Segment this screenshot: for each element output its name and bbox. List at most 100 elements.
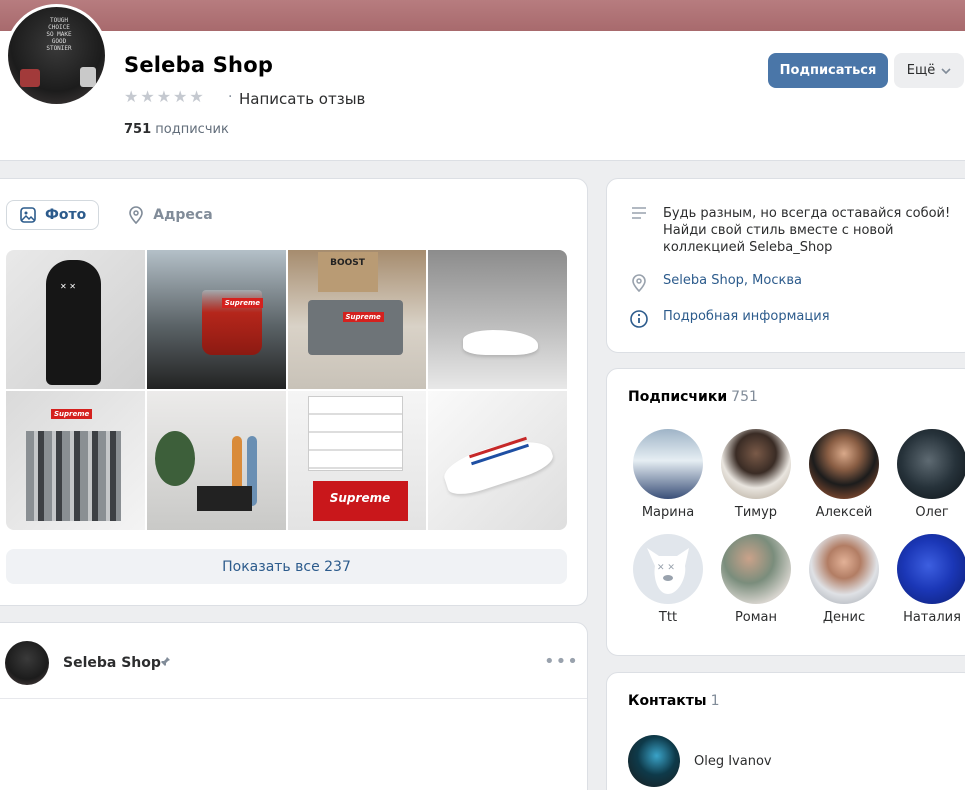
subscribers-count: 751 [731, 389, 758, 405]
followers-number: 751 [124, 122, 152, 137]
profile-avatar[interactable]: TOUGH CHOICE SO MAKE GOOD STONIER [5, 4, 108, 107]
sneaker-image [440, 429, 557, 501]
photo-thumbnail[interactable]: Supreme [287, 391, 427, 530]
rating-stars[interactable]: ★ ★ ★ ★ ★ [124, 88, 204, 106]
show-all-photos-button[interactable]: Показать все 237 [6, 549, 567, 584]
photo-thumbnail[interactable] [6, 250, 145, 389]
tab-photos-label: Фото [45, 207, 87, 223]
kaws-figure [46, 260, 101, 385]
more-button[interactable]: Ещё [894, 53, 964, 88]
text-lines-icon [629, 205, 649, 221]
details-row[interactable]: Подробная информация [629, 309, 830, 329]
photo-grid: Supreme BOOST Supreme Supreme Supreme [6, 250, 567, 530]
post-divider [0, 698, 587, 699]
info-block: Будь разным, но всегда оставайся собой! … [606, 178, 965, 353]
photo-thumbnail[interactable] [428, 250, 567, 389]
default-dog-avatar-icon: ✕ ✕ [647, 548, 689, 594]
brand-logo: Supreme [221, 298, 264, 308]
photo-thumbnail[interactable] [428, 391, 567, 530]
more-dots-icon[interactable]: ••• [544, 651, 579, 672]
tab-addresses-label: Адреса [153, 207, 213, 223]
subscribers-title-label: Подписчики [628, 389, 728, 405]
subscriber-item[interactable]: Роман [712, 534, 800, 625]
subscriber-name: Роман [734, 610, 778, 625]
subscriber-item[interactable]: Наталия [888, 534, 965, 625]
shoe-shelf [307, 396, 403, 471]
subscribers-title[interactable]: Подписчики 751 [628, 389, 758, 405]
subscriber-name: Олег [915, 505, 949, 520]
plant-image [154, 431, 195, 486]
contacts-title-label: Контакты [628, 693, 707, 709]
photo-thumbnail[interactable] [146, 391, 286, 530]
review-separator: · [228, 89, 233, 105]
photo-thumbnail[interactable]: Supreme [146, 250, 286, 389]
location-pin-icon [629, 273, 649, 293]
subscriber-item[interactable]: Тимур [712, 429, 800, 520]
image-icon [20, 207, 36, 223]
subscriber-name: Тимур [734, 505, 778, 520]
description-row: Будь разным, но всегда оставайся собой! … [629, 205, 963, 256]
subscriber-name: Алексей [815, 505, 873, 520]
clothing-rack [26, 431, 121, 521]
info-circle-icon [629, 309, 649, 329]
subscriber-name: Ttt [658, 610, 678, 625]
details-link[interactable]: Подробная информация [663, 309, 830, 324]
subscriber-item[interactable]: ✕ ✕ Ttt [624, 534, 712, 625]
post-author-avatar[interactable] [5, 641, 49, 685]
subscriber-item[interactable]: Олег [888, 429, 965, 520]
pin-icon [159, 655, 171, 670]
address-row[interactable]: Seleba Shop, Москва [629, 273, 802, 293]
group-description: Будь разным, но всегда оставайся собой! … [663, 206, 951, 255]
subscriber-name: Наталия [903, 610, 961, 625]
avatar [628, 735, 680, 787]
avatar [633, 429, 703, 499]
subscriber-item[interactable]: Марина [624, 429, 712, 520]
star-icon: ★ [156, 87, 172, 106]
post-author-name[interactable]: Seleba Shop [63, 655, 161, 671]
avatar [721, 429, 791, 499]
star-icon: ★ [140, 87, 155, 106]
avatar-bag-grey [80, 67, 96, 87]
contacts-title[interactable]: Контакты 1 [628, 693, 720, 709]
tab-photos[interactable]: Фото [6, 200, 100, 230]
photos-tabs: Фото Адреса [6, 200, 225, 230]
followers-count[interactable]: 751 подписчик [124, 122, 229, 137]
subscribers-list: Марина Тимур Алексей Олег ✕ ✕ Ttt Роман … [624, 429, 965, 625]
contact-item[interactable]: Oleg Ivanov [628, 735, 772, 787]
subscribe-button[interactable]: Подписаться [768, 53, 888, 88]
contacts-block: Контакты 1 Oleg Ivanov [606, 672, 965, 790]
chevron-down-icon [941, 67, 951, 74]
svg-text:✕ ✕: ✕ ✕ [657, 563, 675, 573]
photo-thumbnail[interactable]: BOOST Supreme [287, 250, 427, 389]
brand-logo: Supreme [51, 409, 93, 419]
address-link[interactable]: Seleba Shop, Москва [663, 273, 802, 288]
contacts-count: 1 [710, 693, 720, 709]
star-icon: ★ [124, 87, 139, 106]
cover-banner [0, 0, 965, 31]
supreme-rug: Supreme [312, 481, 408, 521]
sweater-image [307, 300, 403, 355]
contact-name: Oleg Ivanov [694, 753, 772, 769]
photo-thumbnail[interactable]: Supreme [6, 391, 145, 530]
pinned-post: Seleba Shop ••• [0, 622, 588, 790]
star-icon: ★ [173, 87, 188, 106]
boost-box: BOOST [317, 252, 378, 292]
avatar [809, 429, 879, 499]
photos-block: Фото Адреса Supreme BOOST Supreme Supreme… [0, 178, 588, 606]
avatar-shirt-text: TOUGH CHOICE SO MAKE GOOD STONIER [46, 17, 72, 52]
brand-logo: Supreme [342, 312, 384, 322]
avatar [809, 534, 879, 604]
avatar [897, 429, 965, 499]
subscriber-item[interactable]: Денис [800, 534, 888, 625]
chair-image [196, 486, 252, 511]
profile-header: TOUGH CHOICE SO MAKE GOOD STONIER Seleba… [0, 4, 965, 161]
star-icon: ★ [189, 87, 204, 106]
tab-addresses[interactable]: Адреса [115, 200, 224, 230]
followers-label: подписчик [155, 122, 229, 137]
avatar [897, 534, 965, 604]
write-review-link[interactable]: Написать отзыв [239, 90, 365, 108]
avatar [721, 534, 791, 604]
subscriber-item[interactable]: Алексей [800, 429, 888, 520]
avatar: ✕ ✕ [633, 534, 703, 604]
subscriber-name: Денис [822, 610, 866, 625]
